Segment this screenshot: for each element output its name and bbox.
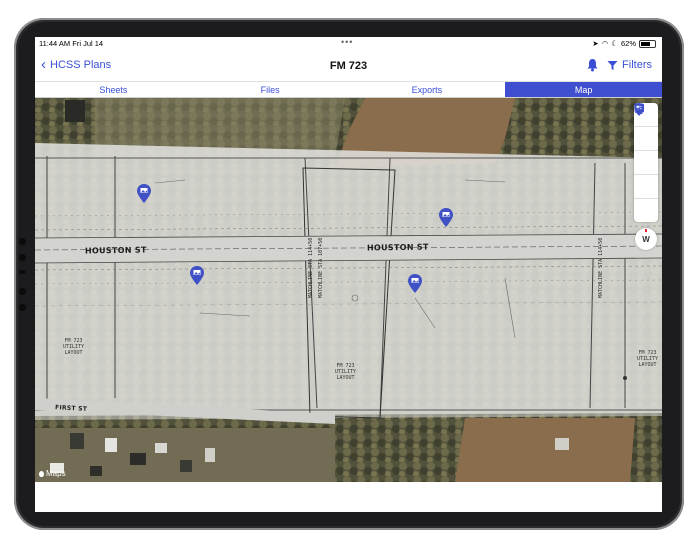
tab-files[interactable]: Files [192, 82, 349, 97]
back-label: HCSS Plans [50, 59, 112, 71]
photo-pin-icon[interactable] [439, 208, 453, 227]
status-time: 11:44 AM Fri Jul 14 [39, 39, 104, 48]
maps-attribution[interactable]: Maps [39, 469, 66, 478]
wifi-icon: ◠ [601, 39, 609, 48]
side-button [19, 270, 26, 274]
status-right: ➤ ◠ ☾ 62% [592, 39, 656, 48]
bell-icon[interactable] [586, 58, 599, 77]
side-button [19, 304, 26, 311]
plans-icon[interactable] [634, 103, 658, 175]
photo-pin-icon[interactable] [137, 184, 151, 203]
back-button[interactable]: ‹ HCSS Plans [41, 56, 112, 73]
tab-bar: Sheets Files Exports Map [35, 81, 662, 98]
side-button [19, 254, 26, 261]
photo-pin-icon[interactable] [408, 274, 422, 293]
battery-icon [639, 39, 656, 48]
battery-percent: 62% [620, 39, 636, 48]
compass-icon[interactable]: W [635, 228, 657, 250]
compass-label: W [642, 234, 650, 244]
filters-button[interactable]: Filters [607, 59, 652, 71]
filters-label: Filters [622, 59, 652, 71]
maps-attribution-label: Maps [46, 469, 66, 478]
tab-map[interactable]: Map [505, 82, 662, 97]
side-button [19, 238, 26, 245]
photo-pin-icon[interactable] [190, 266, 204, 285]
photo-pin-icon[interactable] [634, 103, 658, 199]
square-icon[interactable] [634, 103, 658, 151]
street-label: HOUSTON ST [84, 245, 147, 256]
location-icon: ➤ [592, 39, 599, 48]
multitask-dots[interactable]: ••• [341, 37, 353, 47]
map-view[interactable]: HOUSTON ST HOUSTON ST FIRST ST MATCHLINE… [35, 98, 662, 482]
street-label: HOUSTON ST [366, 242, 429, 253]
filter-icon [607, 60, 618, 70]
tab-exports[interactable]: Exports [349, 82, 506, 97]
map-controls [634, 103, 658, 222]
apple-logo-icon [39, 470, 44, 477]
app-screen: 11:44 AM Fri Jul 14 ••• ➤ ◠ ☾ 62% ‹ HCSS… [35, 37, 662, 512]
tab-sheets[interactable]: Sheets [35, 82, 192, 97]
page-title: FM 723 [329, 60, 368, 72]
matchline-label: MATCHLINE STA 114+50 [598, 237, 604, 298]
sheet-label: FM 723 UTILITY LAYOUT [637, 350, 659, 368]
side-button [19, 288, 26, 295]
map-imagery [35, 98, 662, 482]
bottom-area [35, 482, 662, 512]
moon-icon: ☾ [611, 39, 618, 48]
sheet-label: FM 723 UTILITY LAYOUT [335, 363, 357, 381]
nav-bar: ‹ HCSS Plans FM 723 Filters [35, 51, 662, 81]
status-bar: 11:44 AM Fri Jul 14 ••• ➤ ◠ ☾ 62% [35, 37, 662, 51]
matchline-label: MATCHLINE STA 107+50 [318, 237, 324, 298]
chevron-left-icon: ‹ [41, 56, 46, 73]
person-location-icon[interactable] [634, 103, 658, 222]
sheet-label: FM 723 UTILITY LAYOUT [63, 338, 85, 356]
matchline-label: MATCHLINE STA 114+50 [308, 237, 314, 298]
